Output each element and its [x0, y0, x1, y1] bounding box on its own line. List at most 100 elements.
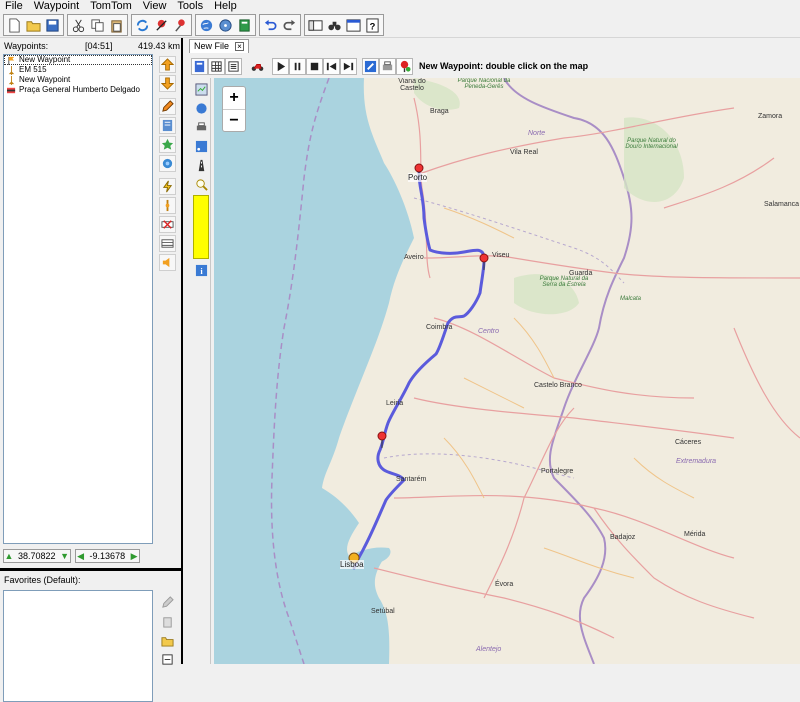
stepper-icon[interactable]: ◀: [76, 550, 86, 562]
map-label: Centro: [478, 328, 500, 335]
info-icon[interactable]: i: [193, 262, 209, 278]
copy-icon[interactable]: [88, 16, 106, 34]
waypoint-marker-leiria-icon: [377, 431, 387, 448]
edit-pencil-icon[interactable]: [159, 594, 175, 610]
move-up-icon[interactable]: [159, 56, 176, 73]
globe-icon[interactable]: [197, 16, 215, 34]
favorites-list[interactable]: [3, 590, 153, 702]
new-file-icon[interactable]: [5, 16, 23, 34]
map-label: Mérida: [684, 531, 706, 538]
stepper-icon[interactable]: ▲: [4, 550, 14, 562]
map-label: Extremadura: [676, 458, 717, 465]
waypoint-list[interactable]: New Waypoint EM 515 New Waypoint Praça G…: [3, 54, 153, 544]
play-icon[interactable]: [272, 57, 289, 75]
list-icon[interactable]: [225, 57, 242, 75]
move-down-icon[interactable]: [159, 75, 176, 92]
open-folder-icon[interactable]: [24, 16, 42, 34]
history-group: [259, 14, 301, 36]
motorbike-icon[interactable]: [247, 58, 267, 75]
open-folder-icon[interactable]: [159, 632, 175, 648]
coordinate-bar: ▲ 38.70822 ▼ ◀ -9.13678 ▶: [3, 548, 181, 564]
properties-icon[interactable]: [159, 117, 176, 134]
map-toolbar: New Waypoint: double click on the map: [191, 56, 800, 76]
disk-icon[interactable]: [216, 16, 234, 34]
cut-icon[interactable]: [69, 16, 87, 34]
globe-icon[interactable]: [193, 100, 209, 116]
list-item[interactable]: Praça General Humberto Delgado: [4, 85, 152, 95]
waypoint-marker-viseu-icon: [479, 253, 489, 270]
export-icon[interactable]: [159, 651, 175, 667]
printer-icon[interactable]: [193, 119, 209, 135]
pin-icon[interactable]: [171, 16, 189, 34]
rss-icon[interactable]: [193, 138, 209, 154]
longitude-value[interactable]: -9.13678: [86, 551, 130, 561]
menu-tomtom[interactable]: TomTom: [85, 0, 138, 13]
pin-remove-icon[interactable]: [152, 16, 170, 34]
trash-icon[interactable]: [159, 613, 175, 629]
stepper-icon[interactable]: ▼: [60, 550, 70, 562]
map-label: Coimbra: [426, 324, 453, 331]
route-distance: 419.43 km: [137, 41, 180, 51]
path-icon[interactable]: [159, 197, 176, 214]
save-icon[interactable]: [43, 16, 61, 34]
svg-text:?: ?: [369, 21, 375, 31]
skip-back-icon[interactable]: [323, 57, 340, 75]
paste-icon[interactable]: [107, 16, 125, 34]
print-icon[interactable]: [379, 57, 396, 75]
zoom-out-button[interactable]: −: [223, 109, 245, 131]
map-layer-icon[interactable]: [193, 81, 209, 97]
grid-icon[interactable]: [208, 57, 225, 75]
new-waypoint-icon[interactable]: [396, 57, 413, 75]
undo-icon[interactable]: [261, 16, 279, 34]
binoculars-icon[interactable]: [325, 16, 343, 34]
calculator-icon[interactable]: [191, 57, 208, 75]
magnifier-icon[interactable]: [193, 176, 209, 192]
menu-waypoint[interactable]: Waypoint: [29, 0, 85, 13]
map-tool-strip: i: [191, 78, 211, 664]
table-icon[interactable]: [159, 235, 176, 252]
latitude-value[interactable]: 38.70822: [14, 551, 60, 561]
menu-tools[interactable]: Tools: [172, 0, 209, 13]
speaker-icon[interactable]: [159, 254, 176, 271]
map-view[interactable]: Viana do Castelo Braga Porto Vila Real N…: [214, 78, 800, 664]
edit-group: [67, 14, 128, 36]
help-icon[interactable]: ?: [363, 16, 381, 34]
map-label: Parque Natural da Serra da Estrela: [539, 276, 589, 288]
panel-icon[interactable]: [306, 16, 324, 34]
list-item[interactable]: New Waypoint: [4, 55, 152, 65]
pause-icon[interactable]: [289, 57, 306, 75]
route-edit-icon[interactable]: [362, 57, 379, 75]
delete-row-icon[interactable]: [159, 216, 176, 233]
redo-icon[interactable]: [280, 16, 298, 34]
list-item[interactable]: EM 515: [4, 65, 152, 75]
skip-forward-icon[interactable]: [340, 57, 357, 75]
edit-pencil-icon[interactable]: [159, 98, 176, 115]
menu-file[interactable]: File: [0, 0, 29, 13]
longitude-field[interactable]: ◀ -9.13678 ▶: [74, 549, 141, 563]
menu-bar: File Waypoint TomTom View Tools Help: [0, 0, 800, 13]
star-icon[interactable]: [159, 136, 176, 153]
list-item-label: New Waypoint: [19, 75, 71, 84]
map-label: Portalegre: [541, 468, 574, 475]
zoom-in-button[interactable]: +: [223, 87, 245, 109]
map-label: Malcata: [620, 296, 642, 302]
puzzle-icon[interactable]: [159, 155, 176, 172]
tab-new-file[interactable]: New File ×: [189, 39, 250, 53]
window-icon[interactable]: [344, 16, 362, 34]
map-label: Castelo Branco: [534, 382, 582, 389]
map-label: Vila Real: [510, 149, 538, 156]
close-icon[interactable]: ×: [235, 42, 245, 51]
pane-divider[interactable]: [0, 568, 183, 571]
stop-icon[interactable]: [306, 57, 323, 75]
menu-help[interactable]: Help: [209, 0, 243, 13]
lightning-icon[interactable]: [159, 178, 176, 195]
list-item[interactable]: New Waypoint: [4, 75, 152, 85]
list-item-label: EM 515: [19, 65, 47, 74]
road-icon[interactable]: [193, 157, 209, 173]
book-icon[interactable]: [235, 16, 253, 34]
refresh-icon[interactable]: [133, 16, 151, 34]
stepper-icon[interactable]: ▶: [129, 550, 139, 562]
search-highlight-box[interactable]: [193, 195, 209, 259]
latitude-field[interactable]: ▲ 38.70822 ▼: [3, 549, 71, 563]
menu-view[interactable]: View: [138, 0, 173, 13]
